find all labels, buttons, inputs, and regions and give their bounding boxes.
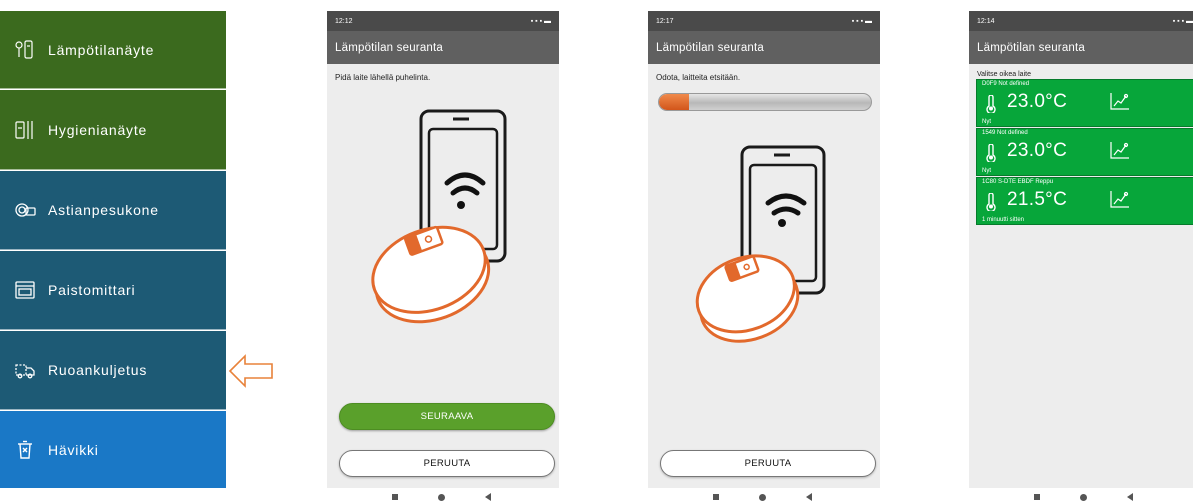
device-name: D0F9 Not defined — [982, 81, 1030, 87]
thermometer-probe-icon — [12, 39, 38, 61]
instruction-text: Odota, laitteita etsitään. — [656, 73, 741, 82]
chart-icon[interactable] — [1109, 140, 1131, 165]
back-icon[interactable] — [1127, 493, 1133, 501]
status-time: 12:12 — [335, 17, 353, 25]
main-menu: Lämpötilanäyte Hygienianäyte Astianpesuk… — [0, 11, 226, 488]
cancel-button[interactable]: PERUUTA — [339, 450, 555, 477]
search-progress-bar — [658, 93, 872, 111]
menu-item-label: Lämpötilanäyte — [48, 41, 155, 58]
menu-item-temperature-sample[interactable]: Lämpötilanäyte — [0, 11, 226, 89]
phone-screen-1: 12:12 ▪ ▪ ▪ ▬ Lämpötilan seuranta Pidä l… — [327, 11, 559, 488]
next-button[interactable]: SEURAAVA — [339, 403, 555, 430]
arrow-left-icon — [228, 354, 274, 393]
menu-item-label: Astianpesukone — [48, 202, 159, 218]
menu-item-label: Ruoankuljetus — [48, 362, 148, 378]
device-last-seen: Nyt — [982, 119, 991, 125]
device-last-seen: 1 minuutti sitten — [982, 217, 1025, 223]
status-icons: ▪ ▪ ▪ ▬ — [530, 17, 551, 25]
android-navbar — [392, 492, 491, 502]
device-name: 1549 Not defined — [982, 130, 1028, 136]
phone-sensor-illustration — [365, 107, 515, 332]
status-bar: 12:12 ▪ ▪ ▪ ▬ — [327, 11, 559, 31]
menu-item-label: Paistomittari — [48, 282, 136, 298]
menu-item-dishwasher[interactable]: Astianpesukone — [0, 171, 226, 250]
device-card[interactable]: D0F9 Not defined 23.0°C Nyt — [976, 79, 1193, 127]
menu-item-label: Hygienianäyte — [48, 121, 148, 138]
menu-item-label: Hävikki — [48, 441, 99, 458]
status-icons: ▪ ▪ ▪ ▬ — [1172, 17, 1193, 25]
menu-item-oven-thermometer[interactable]: Paistomittari — [0, 251, 226, 330]
app-title: Lämpötilan seuranta — [327, 31, 559, 64]
status-time: 12:14 — [977, 17, 995, 25]
status-time: 12:17 — [656, 17, 674, 25]
dishwasher-icon — [12, 199, 38, 221]
recent-apps-icon[interactable] — [392, 494, 398, 500]
back-icon[interactable] — [485, 493, 491, 501]
device-temperature: 23.0°C — [1007, 140, 1068, 161]
instruction-text: Pidä laite lähellä puhelinta. — [335, 73, 431, 82]
thermometer-icon — [985, 143, 997, 167]
app-title: Lämpötilan seuranta — [969, 31, 1193, 64]
device-temperature: 23.0°C — [1007, 91, 1068, 112]
chart-icon[interactable] — [1109, 91, 1131, 116]
home-icon[interactable] — [1080, 493, 1087, 501]
device-temperature: 21.5°C — [1007, 189, 1068, 210]
status-bar: 12:17 ▪ ▪ ▪ ▬ — [648, 11, 880, 31]
status-icons: ▪ ▪ ▪ ▬ — [851, 17, 872, 25]
home-icon[interactable] — [759, 493, 766, 501]
status-bar: 12:14 ▪ ▪ ▪ ▬ — [969, 11, 1193, 31]
menu-item-hygiene-sample[interactable]: Hygienianäyte — [0, 90, 226, 170]
food-transport-icon — [12, 359, 38, 381]
device-card[interactable]: 1C80 S-DTE EBDF Reppu 21.5°C 1 minuutti … — [976, 177, 1193, 225]
hygiene-sample-icon — [12, 119, 38, 141]
android-navbar — [1034, 492, 1133, 502]
android-navbar — [713, 492, 812, 502]
device-name: 1C80 S-DTE EBDF Reppu — [982, 179, 1054, 185]
oven-icon — [12, 279, 38, 301]
phone-screen-3: 12:14 ▪ ▪ ▪ ▬ Lämpötilan seuranta Valits… — [969, 11, 1193, 488]
home-icon[interactable] — [438, 493, 445, 501]
device-last-seen: Nyt — [982, 168, 991, 174]
app-title: Lämpötilan seuranta — [648, 31, 880, 64]
menu-item-food-transport[interactable]: Ruoankuljetus — [0, 331, 226, 410]
device-card[interactable]: 1549 Not defined 23.0°C Nyt — [976, 128, 1193, 176]
recent-apps-icon[interactable] — [1034, 494, 1040, 500]
progress-fill — [659, 94, 689, 110]
back-icon[interactable] — [806, 493, 812, 501]
thermometer-icon — [985, 94, 997, 118]
phone-sensor-illustration — [684, 143, 834, 348]
thermometer-icon — [985, 192, 997, 216]
phone-screen-2: 12:17 ▪ ▪ ▪ ▬ Lämpötilan seuranta Odota,… — [648, 11, 880, 488]
device-list-title: Valitse oikea laite — [977, 71, 1031, 78]
waste-bin-icon — [12, 439, 38, 461]
recent-apps-icon[interactable] — [713, 494, 719, 500]
cancel-button[interactable]: PERUUTA — [660, 450, 876, 477]
menu-item-waste[interactable]: Hävikki — [0, 411, 226, 488]
chart-icon[interactable] — [1109, 189, 1131, 214]
